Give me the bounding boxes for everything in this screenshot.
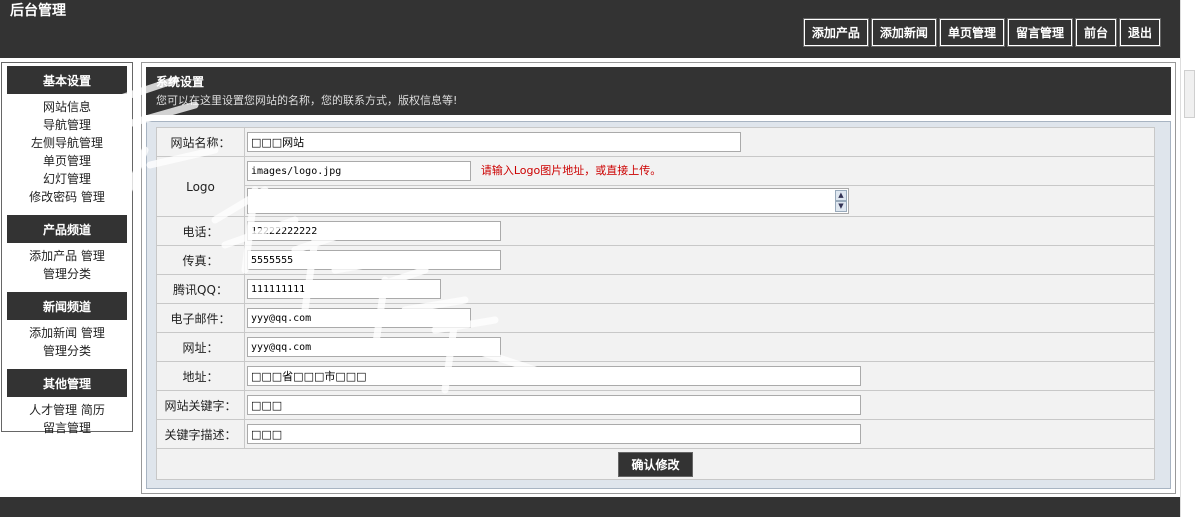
- page-description: 您可以在这里设置您网站的名称，您的联系方式，版权信息等!: [156, 94, 458, 107]
- top-nav: 添加产品 添加新闻 单页管理 留言管理 前台 退出: [802, 18, 1162, 47]
- email-label: 电子邮件：: [156, 303, 245, 333]
- logo-upload-frame[interactable]: ▲ ▼: [247, 188, 849, 214]
- page-title: 系统设置: [156, 75, 205, 89]
- sidebar-item-password[interactable]: 修改密码 管理: [2, 188, 132, 206]
- qq-label: 腾讯QQ：: [156, 274, 245, 304]
- sidebar-item-single-page[interactable]: 单页管理: [2, 152, 132, 170]
- sidebar-section-products: 产品频道: [7, 215, 127, 243]
- top-bar: 后台管理 添加产品 添加新闻 单页管理 留言管理 前台 退出: [0, 0, 1180, 58]
- sidebar-item-slides[interactable]: 幻灯管理: [2, 170, 132, 188]
- scroll-up-icon[interactable]: ▲: [835, 190, 847, 201]
- sidebar-item-site-info[interactable]: 网站信息: [2, 98, 132, 116]
- description-input[interactable]: [247, 424, 861, 444]
- fax-label: 传真：: [156, 245, 245, 275]
- nav-add-product-button[interactable]: 添加产品: [802, 18, 869, 47]
- nav-single-page-button[interactable]: 单页管理: [938, 18, 1005, 47]
- address-input[interactable]: [247, 366, 861, 386]
- nav-add-news-button[interactable]: 添加新闻: [870, 18, 937, 47]
- main-panel: 系统设置 您可以在这里设置您网站的名称，您的联系方式，版权信息等! 网站名称： …: [141, 62, 1176, 494]
- submit-button[interactable]: 确认修改: [618, 451, 693, 477]
- sidebar-item-add-news[interactable]: 添加新闻 管理: [2, 324, 132, 342]
- sidebar-item-news-categories[interactable]: 管理分类: [2, 342, 132, 360]
- page-scrollbar[interactable]: [1180, 0, 1197, 517]
- logo-label: Logo: [156, 156, 245, 217]
- description-label: 关键字描述：: [156, 419, 245, 449]
- settings-form: 网站名称： Logo 请输入Logo图片地址，或直接上传。 ▲ ▼: [156, 127, 1155, 480]
- sidebar-item-talent[interactable]: 人才管理 简历: [2, 401, 132, 419]
- logo-input[interactable]: [247, 161, 471, 181]
- sidebar-item-product-categories[interactable]: 管理分类: [2, 265, 132, 283]
- logo-hint: 请输入Logo图片地址，或直接上传。: [480, 163, 662, 177]
- sidebar-section-other: 其他管理: [7, 369, 127, 397]
- site-name-input[interactable]: [247, 132, 741, 152]
- sidebar-item-add-product[interactable]: 添加产品 管理: [2, 247, 132, 265]
- nav-logout-button[interactable]: 退出: [1118, 18, 1162, 47]
- website-label: 网址：: [156, 332, 245, 362]
- address-label: 地址：: [156, 361, 245, 391]
- scroll-down-icon[interactable]: ▼: [835, 201, 847, 212]
- sidebar-item-left-nav[interactable]: 左侧导航管理: [2, 134, 132, 152]
- nav-frontend-button[interactable]: 前台: [1074, 18, 1117, 47]
- sidebar-section-news: 新闻频道: [7, 292, 127, 320]
- settings-form-frame: 网站名称： Logo 请输入Logo图片地址，或直接上传。 ▲ ▼: [146, 121, 1171, 489]
- qq-input[interactable]: [247, 279, 441, 299]
- nav-messages-button[interactable]: 留言管理: [1006, 18, 1073, 47]
- keywords-label: 网站关键字：: [156, 390, 245, 420]
- email-input[interactable]: [247, 308, 471, 328]
- phone-input[interactable]: [247, 221, 501, 241]
- bottom-bar: [0, 497, 1180, 517]
- scrollbar-thumb[interactable]: [1184, 70, 1195, 118]
- sidebar: 基本设置 网站信息 导航管理 左侧导航管理 单页管理 幻灯管理 修改密码 管理 …: [1, 62, 133, 435]
- sidebar-section-basic: 基本设置: [7, 66, 127, 94]
- keywords-input[interactable]: [247, 395, 861, 415]
- phone-label: 电话：: [156, 216, 245, 246]
- sidebar-item-messages[interactable]: 留言管理: [2, 419, 132, 437]
- website-input[interactable]: [247, 337, 501, 357]
- sidebar-item-nav[interactable]: 导航管理: [2, 116, 132, 134]
- main-header: 系统设置 您可以在这里设置您网站的名称，您的联系方式，版权信息等!: [146, 67, 1171, 115]
- fax-input[interactable]: [247, 250, 501, 270]
- site-name-label: 网站名称：: [156, 127, 245, 157]
- app-title: 后台管理: [10, 3, 66, 19]
